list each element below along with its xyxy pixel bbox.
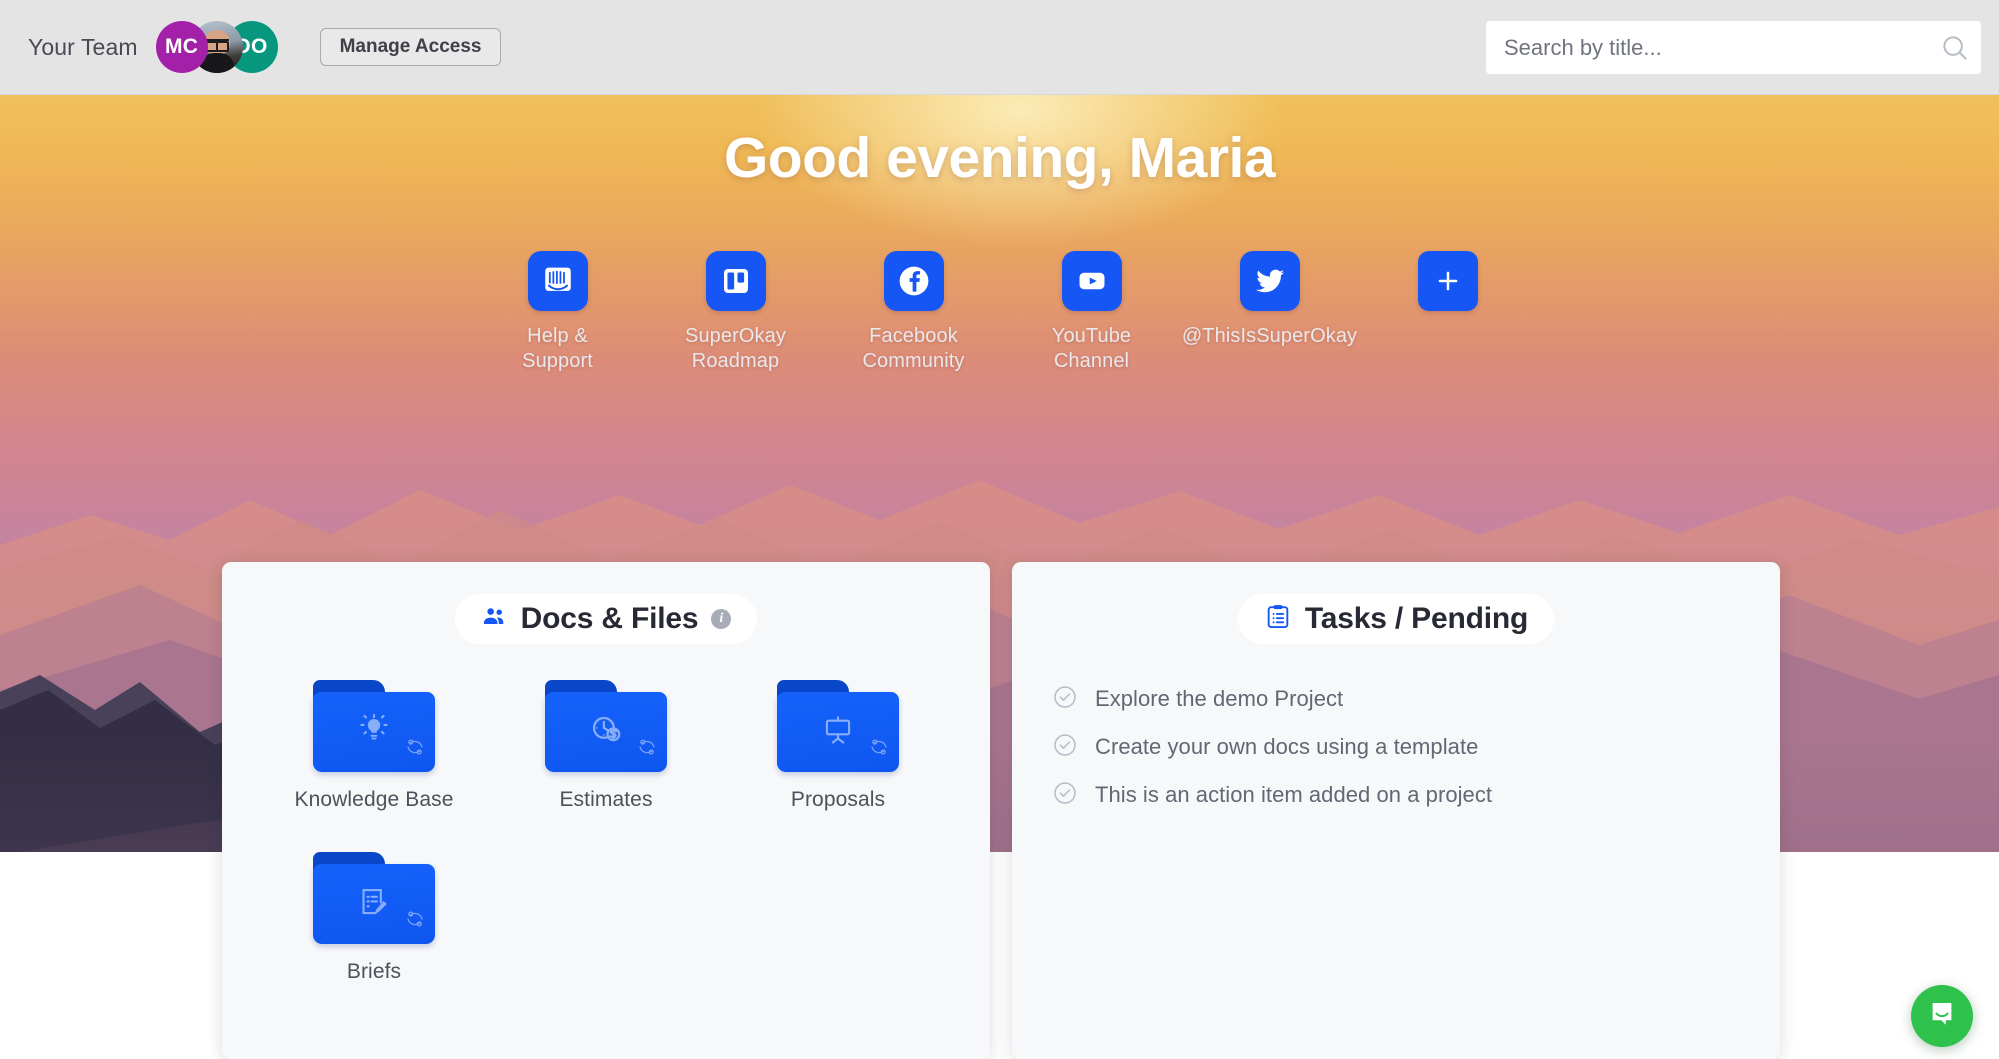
task-item[interactable]: This is an action item added on a projec…: [1052, 774, 1780, 816]
shortcut-facebook-community[interactable]: Facebook Community: [856, 251, 972, 374]
document-pencil-icon: [357, 885, 391, 924]
tasks-pending-card: Tasks / Pending Explore the demo Project…: [1012, 562, 1780, 1059]
check-circle-icon[interactable]: [1052, 684, 1078, 715]
shortcut-twitter[interactable]: @ThisIsSuperOkay: [1182, 251, 1357, 349]
docs-and-files-card: Docs & Files i Knowledge Base Estimates …: [222, 562, 990, 1059]
task-label: Explore the demo Project: [1095, 686, 1344, 711]
greeting-title: Good evening, Maria: [723, 126, 1276, 190]
card-title: Docs & Files: [520, 602, 699, 635]
folder-item[interactable]: Knowledge Base: [258, 680, 490, 812]
youtube-icon[interactable]: [1061, 251, 1122, 311]
facebook-icon[interactable]: [883, 251, 944, 311]
shortcut-label: YouTube Channel: [1051, 325, 1132, 372]
task-label: Create your own docs using a template: [1095, 734, 1479, 759]
manage-access-button[interactable]: Manage Access: [319, 28, 502, 66]
team-zone: Your Team MC DO Manage Access: [0, 21, 502, 73]
chat-launcher-button[interactable]: [1911, 985, 1973, 1047]
card-title-pill: Docs & Files i: [454, 594, 758, 644]
intercom-chat-icon: [1927, 999, 1957, 1034]
top-bar: Your Team MC DO Manage Access: [0, 0, 1999, 95]
card-title: Tasks / Pending: [1304, 602, 1529, 635]
clock-dollar-icon: [588, 712, 624, 753]
folder-label: Briefs: [346, 960, 402, 983]
shortcut-row: Help & Support SuperOkay Roadmap Faceboo…: [0, 251, 1999, 374]
plus-icon[interactable]: [1417, 251, 1478, 311]
info-icon[interactable]: i: [711, 609, 732, 629]
share-icon: [404, 736, 426, 763]
check-circle-icon[interactable]: [1052, 732, 1078, 763]
task-item[interactable]: Explore the demo Project: [1052, 678, 1780, 720]
card-header: Docs & Files i: [222, 562, 990, 644]
folder-label: Proposals: [790, 788, 886, 811]
trello-icon[interactable]: [705, 251, 766, 311]
check-circle-icon[interactable]: [1052, 780, 1078, 811]
search-input[interactable]: [1486, 21, 1929, 74]
clipboard-list-icon: [1264, 603, 1292, 636]
share-icon: [868, 736, 890, 763]
intercom-icon[interactable]: [527, 251, 588, 311]
shortcut-label: SuperOkay Roadmap: [685, 325, 786, 372]
shortcut-label: @ThisIsSuperOkay: [1181, 325, 1358, 347]
lightbulb-icon: [357, 713, 391, 752]
card-header: Tasks / Pending: [1012, 562, 1780, 644]
card-title-pill: Tasks / Pending: [1237, 594, 1555, 644]
folder-label: Estimates: [559, 788, 653, 811]
shortcut-youtube-channel[interactable]: YouTube Channel: [1034, 251, 1150, 374]
share-icon: [404, 908, 426, 935]
folder-item[interactable]: Briefs: [258, 852, 490, 984]
presentation-board-icon: [821, 713, 855, 752]
folder-item[interactable]: Proposals: [722, 680, 954, 812]
folder-icon[interactable]: [313, 852, 435, 944]
shortcut-superokay-roadmap[interactable]: SuperOkay Roadmap: [678, 251, 794, 374]
task-list: Explore the demo Project Create your own…: [1012, 644, 1780, 816]
twitter-icon[interactable]: [1239, 251, 1300, 311]
folder-icon[interactable]: [777, 680, 899, 772]
task-item[interactable]: Create your own docs using a template: [1052, 726, 1780, 768]
avatar-group[interactable]: MC DO: [155, 21, 278, 73]
shortcut-add-new[interactable]: [1390, 251, 1506, 324]
shortcut-label: Help & Support: [522, 325, 593, 372]
people-icon: [481, 603, 508, 635]
shortcut-help-support[interactable]: Help & Support: [500, 251, 616, 374]
search-icon[interactable]: [1929, 33, 1981, 63]
avatar[interactable]: MC: [155, 21, 208, 73]
folder-icon[interactable]: [545, 680, 667, 772]
folder-label: Knowledge Base: [294, 788, 454, 811]
folder-grid: Knowledge Base Estimates Proposals Brief…: [222, 644, 990, 1024]
folder-icon[interactable]: [313, 680, 435, 772]
task-label: This is an action item added on a projec…: [1095, 782, 1493, 807]
search-box[interactable]: [1486, 21, 1981, 74]
team-label: Your Team: [28, 33, 138, 60]
share-icon: [636, 736, 658, 763]
shortcut-label: Facebook Community: [862, 325, 965, 372]
folder-item[interactable]: Estimates: [490, 680, 722, 812]
